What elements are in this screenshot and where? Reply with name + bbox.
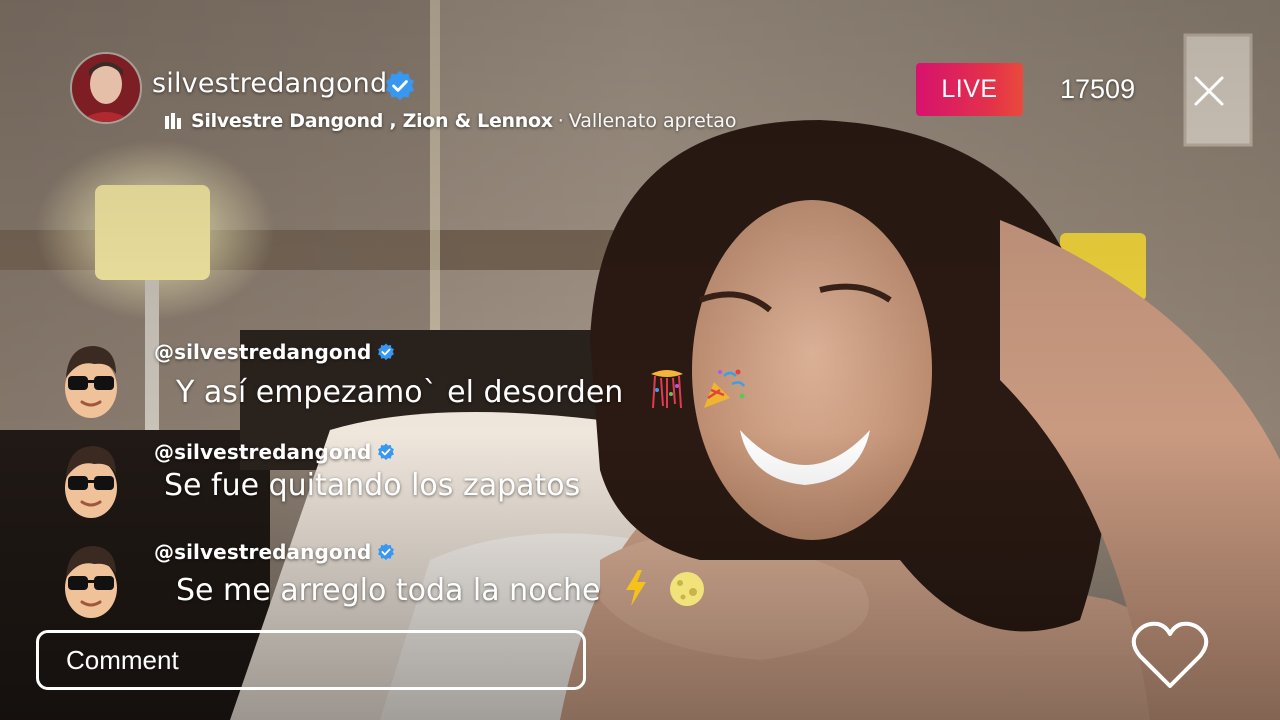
verified-badge-icon: [378, 443, 395, 461]
comment-text-row: Se fue quitando los zapatos: [164, 468, 580, 503]
verified-badge-icon: [378, 343, 395, 361]
comment-input-placeholder: Comment: [66, 644, 179, 675]
verified-badge-icon: [385, 70, 415, 101]
confetti-ball-icon: [650, 370, 683, 409]
memoji-avatar: [65, 346, 117, 418]
comment-text: Y así empezamo` el desorden: [176, 375, 624, 410]
comment-text: Se fue quitando los zapatos: [164, 468, 581, 503]
memoji-avatar: [65, 546, 117, 618]
comment-username[interactable]: @silvestredangond: [154, 340, 395, 364]
host-username[interactable]: silvestredangond: [152, 68, 387, 99]
close-icon[interactable]: [1190, 72, 1228, 110]
comment-username[interactable]: @silvestredangond: [154, 540, 395, 564]
comment-item: @silvestredangond Y así empezamo` el des…: [58, 340, 778, 430]
music-artists: Silvestre Dangond , Zion & Lennox: [191, 110, 553, 132]
music-bars-icon: [165, 113, 181, 129]
comment-item: @silvestredangond Se fue quitando los za…: [58, 440, 778, 530]
music-separator: ·: [557, 110, 564, 132]
live-badge: LIVE: [916, 63, 1023, 116]
heart-icon[interactable]: [1130, 620, 1210, 692]
host-avatar[interactable]: [70, 52, 142, 124]
music-song-title: Vallenato apretao: [568, 110, 737, 132]
live-stream-view: silvestredangond Silvestre Dangond , Zio…: [0, 0, 1280, 720]
lightning-icon: [626, 570, 647, 606]
memoji-avatar: [65, 446, 117, 518]
viewer-count: 17509: [1060, 74, 1136, 104]
verified-badge-icon: [378, 543, 395, 561]
comment-input[interactable]: Comment: [36, 630, 586, 690]
party-popper-icon: [704, 369, 746, 408]
comment-item: @silvestredangond Se me arreglo toda la …: [58, 540, 778, 630]
comment-username[interactable]: @silvestredangond: [154, 440, 395, 464]
now-playing[interactable]: Silvestre Dangond , Zion & Lennox · Vall…: [165, 110, 736, 132]
moon-face-icon: [669, 572, 704, 606]
comment-text-row: Se me arreglo toda la noche: [176, 568, 706, 608]
comment-text: Se me arreglo toda la noche: [176, 573, 601, 608]
comment-text-row: Y así empezamo` el desorden: [176, 368, 746, 410]
